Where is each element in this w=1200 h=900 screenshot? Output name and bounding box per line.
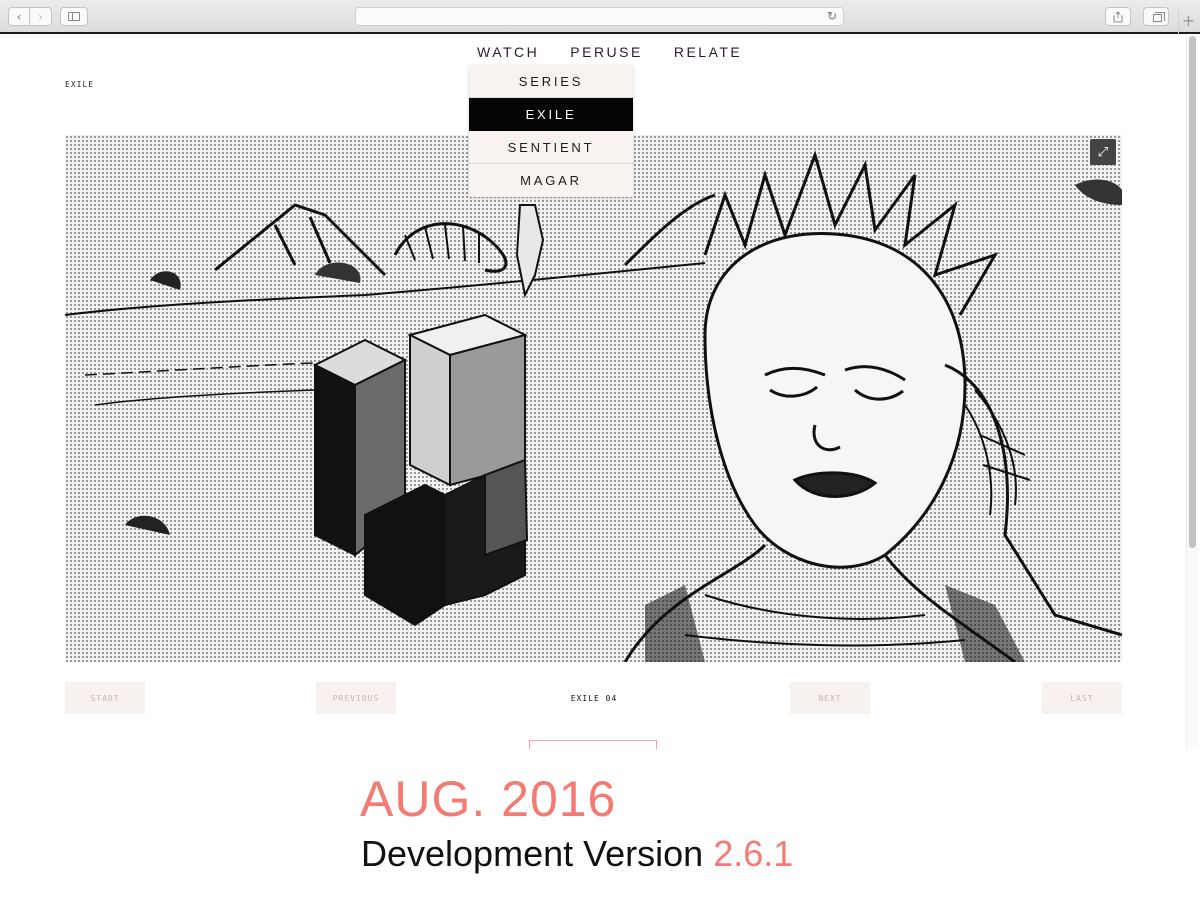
expand-icon: ⤢: [1097, 144, 1109, 160]
menu-item-sentient[interactable]: SENTIENT: [469, 131, 633, 164]
site-nav: WATCH PERUSE RELATE: [468, 44, 740, 62]
page-indicator: EXILE 04: [570, 694, 618, 703]
browser-toolbar: ‹ › ↻ +: [0, 0, 1200, 34]
scrollbar-thumb[interactable]: [1189, 36, 1196, 548]
nav-peruse[interactable]: PERUSE: [561, 44, 643, 62]
menu-item-magar[interactable]: MAGAR: [469, 164, 633, 197]
fullscreen-button[interactable]: ⤢: [1090, 139, 1116, 165]
sidebar-toggle-button[interactable]: [60, 7, 88, 26]
version-number: 2.6.1: [713, 833, 794, 874]
last-button[interactable]: LAST: [1042, 682, 1122, 714]
share-button[interactable]: [1105, 7, 1131, 26]
breadcrumb: EXILE: [65, 80, 95, 89]
watch-dropdown-menu: SERIES EXILE SENTIENT MAGAR: [469, 65, 633, 197]
reload-icon[interactable]: ↻: [827, 9, 837, 23]
share-icon: [1113, 10, 1123, 22]
next-button[interactable]: NEXT: [790, 682, 870, 714]
start-button[interactable]: START: [65, 682, 145, 714]
scrollbar[interactable]: [1186, 36, 1198, 748]
plus-icon: +: [1181, 11, 1196, 30]
comic-panel: [65, 135, 1122, 662]
menu-item-series[interactable]: SERIES: [469, 65, 633, 98]
version-label: Development Version: [361, 833, 704, 874]
new-tab-button[interactable]: +: [1178, 10, 1198, 34]
chevron-right-icon: ›: [38, 9, 43, 24]
address-bar[interactable]: ↻: [355, 7, 844, 26]
chevron-left-icon: ‹: [16, 9, 22, 24]
back-button[interactable]: ‹: [8, 7, 30, 26]
nav-watch[interactable]: WATCH: [468, 44, 539, 62]
nav-relate[interactable]: RELATE: [665, 44, 742, 62]
comic-artwork: [65, 150, 1122, 662]
menu-item-exile[interactable]: EXILE: [469, 98, 633, 131]
sidebar-icon: [68, 12, 80, 21]
comment-box-edge: [529, 740, 657, 749]
version-caption: Development Version 2.6.1: [361, 833, 793, 875]
tabs-icon: [1152, 11, 1165, 22]
release-date: AUG. 2016: [360, 771, 617, 827]
previous-button[interactable]: PREVIOUS: [316, 682, 396, 714]
show-tabs-button[interactable]: [1143, 7, 1169, 26]
forward-button[interactable]: ›: [30, 7, 52, 26]
